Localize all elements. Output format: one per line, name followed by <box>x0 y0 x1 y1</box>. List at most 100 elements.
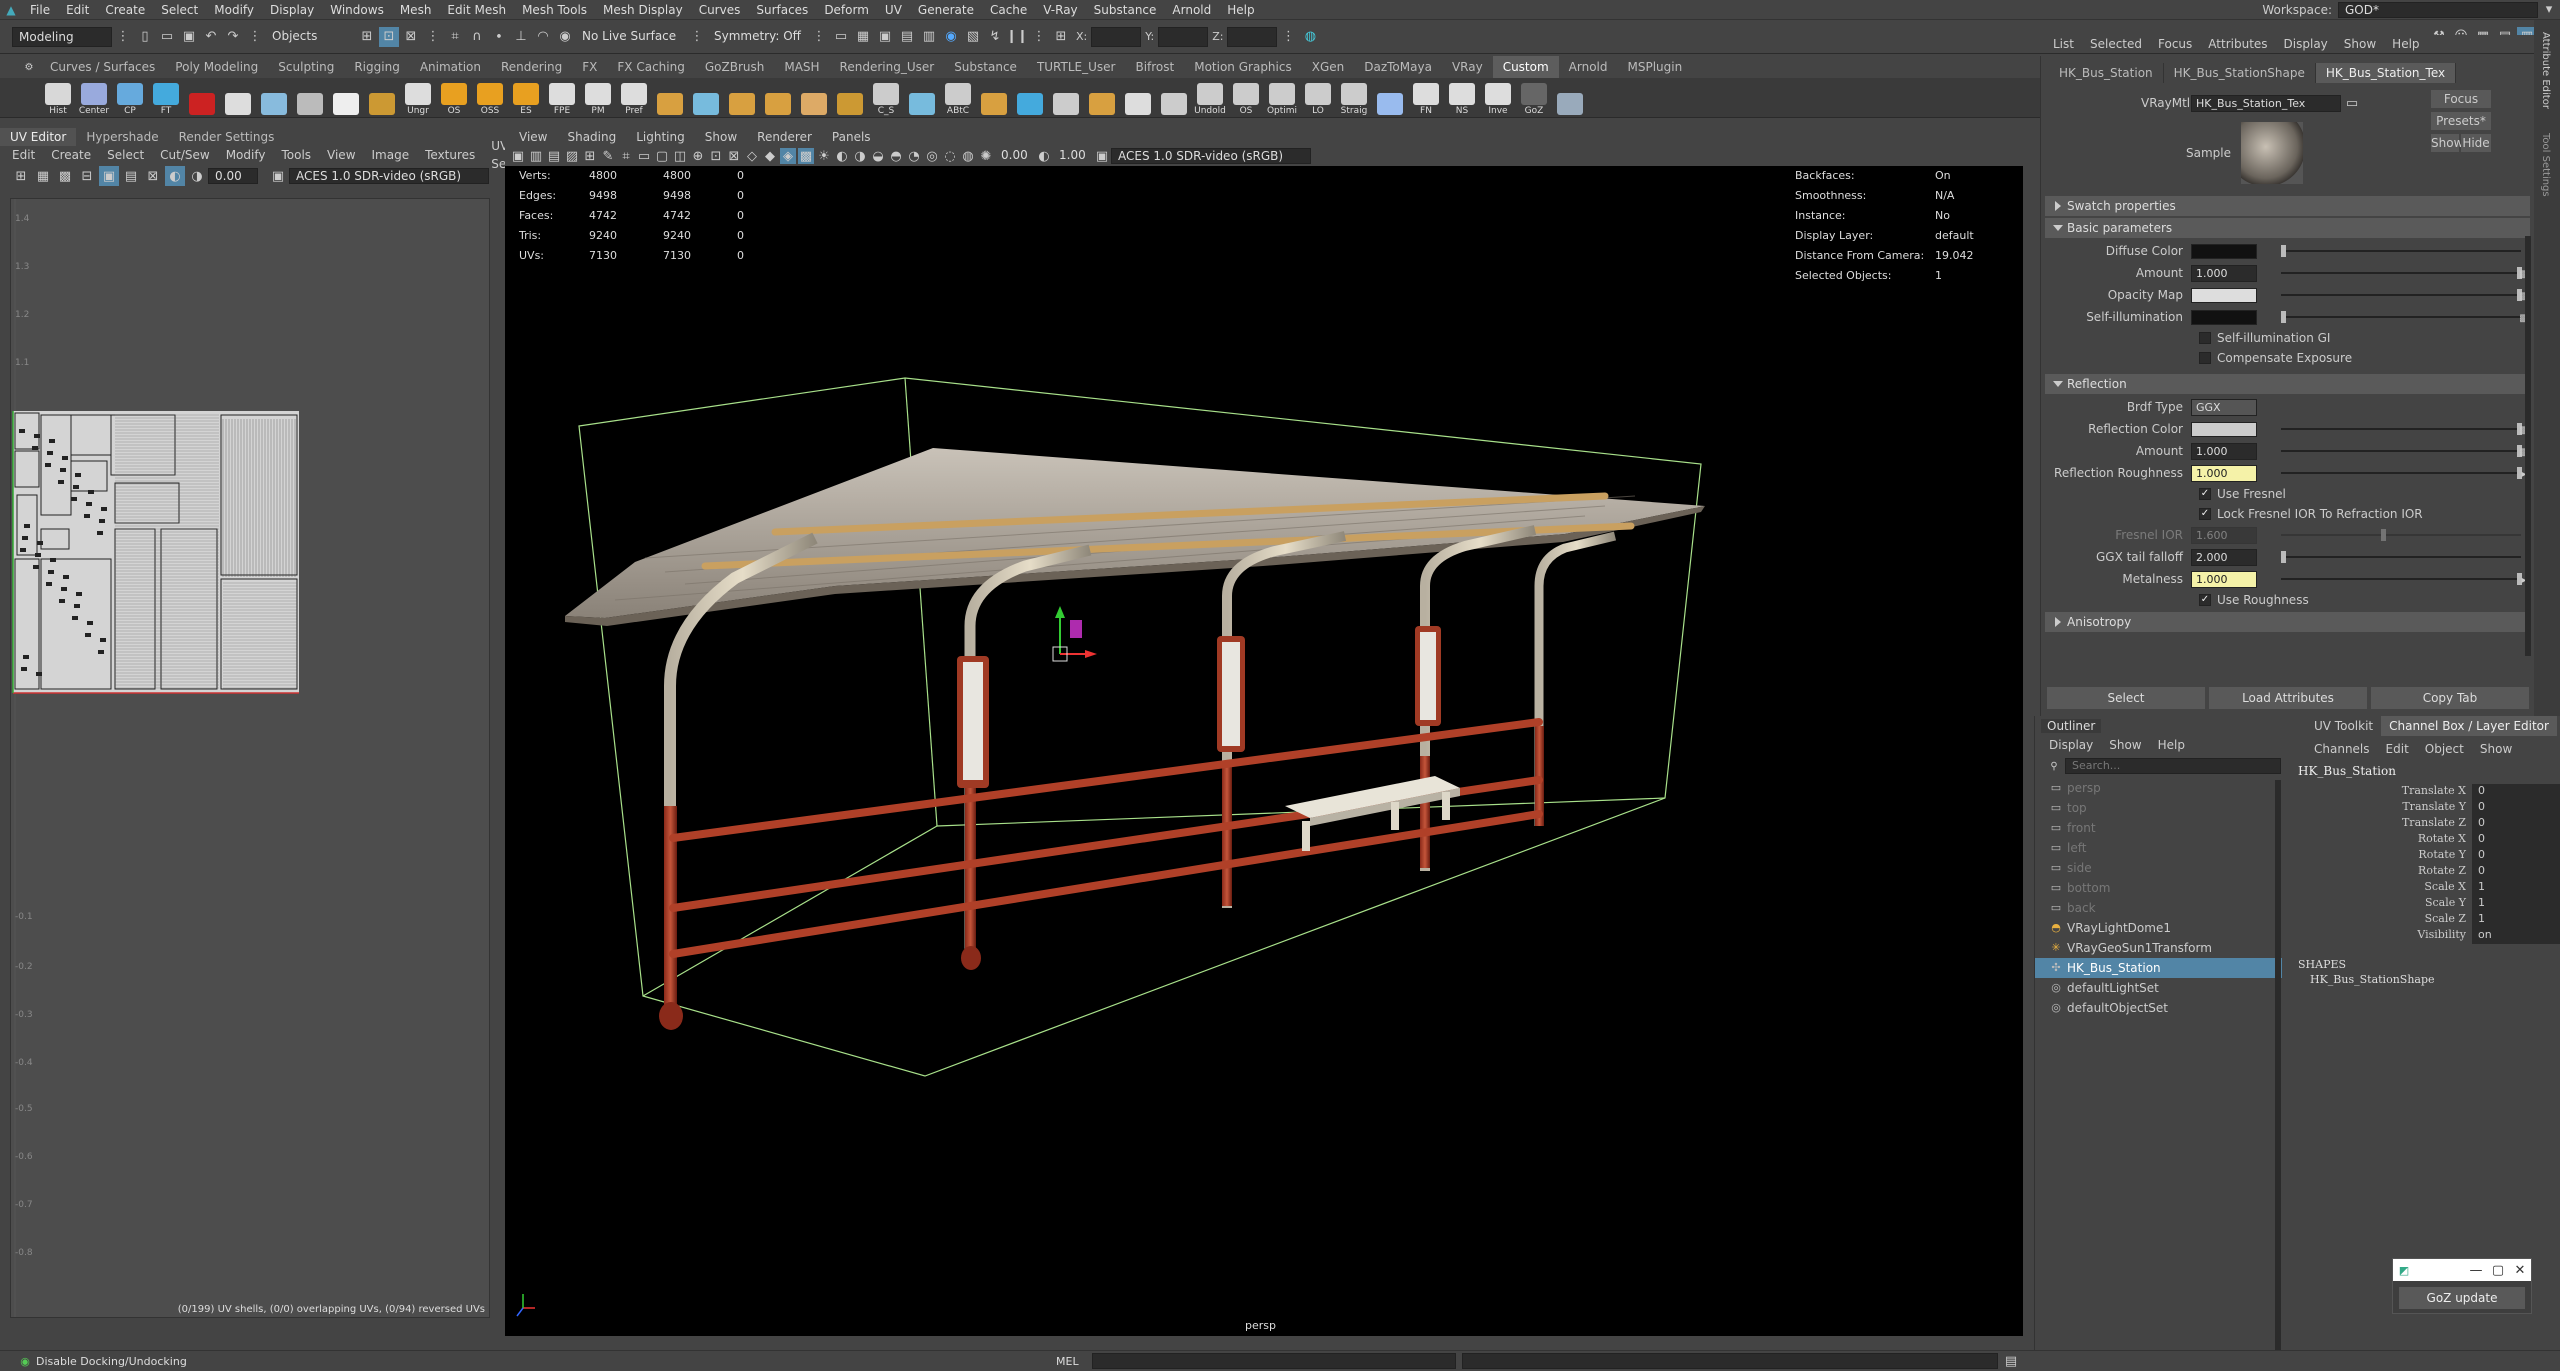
channel-value[interactable]: 0 <box>2472 832 2560 848</box>
uv-panel-tab-uv-editor[interactable]: UV Editor <box>0 128 77 146</box>
map-checker-icon[interactable]: ▩ <box>2514 442 2534 462</box>
uv-grid-icon[interactable]: ⊞ <box>11 166 31 186</box>
shelf-tab-gozbrush[interactable]: GoZBrush <box>695 56 775 78</box>
sign-in-icon[interactable]: ◍ <box>1300 27 1320 47</box>
channel-value[interactable]: 1 <box>2472 896 2560 912</box>
transform-mode-icon[interactable]: ⊞ <box>1051 27 1071 47</box>
attr-scrollbar[interactable] <box>2525 236 2531 656</box>
outliner-filter-icon[interactable]: ⚲ <box>2044 756 2064 776</box>
history-icon[interactable]: ▭ <box>831 27 851 47</box>
self-illumination-gi-checkbox[interactable] <box>2199 332 2211 344</box>
use-all-lights-icon[interactable]: ☀ <box>816 148 832 164</box>
opacity-map-slider[interactable] <box>2281 289 2522 301</box>
shelf-button[interactable] <box>185 79 219 116</box>
shelf-button[interactable]: FPE <box>545 79 579 116</box>
menu-edit[interactable]: Edit <box>58 0 97 20</box>
outliner-item[interactable]: ▭ persp <box>2035 778 2282 798</box>
maximize-icon[interactable]: ▢ <box>2488 1260 2508 1280</box>
wireframe-on-shaded-icon[interactable]: ◈ <box>780 148 796 164</box>
shelf-tab-substance[interactable]: Substance <box>944 56 1027 78</box>
docking-toggle-icon[interactable]: ◉ <box>15 1351 35 1371</box>
diffuse-color-swatch[interactable] <box>2191 243 2257 259</box>
shelf-tab-xgen[interactable]: XGen <box>1302 56 1355 78</box>
channel-row[interactable]: Rotate Z 0 <box>2290 864 2560 880</box>
channel-menu-edit[interactable]: Edit <box>2378 742 2417 756</box>
uv-menu-create[interactable]: Create <box>43 146 99 164</box>
move-manipulator[interactable] <box>1052 606 1097 662</box>
snap-grid-icon[interactable]: ⌗ <box>445 27 465 47</box>
uv-shaded-icon[interactable]: ▦ <box>33 166 53 186</box>
channel-value[interactable]: 0 <box>2472 848 2560 864</box>
hide-button[interactable]: Hide <box>2461 134 2491 152</box>
live-surface-field[interactable]: No Live Surface <box>576 26 686 47</box>
compensate-exposure-checkbox[interactable] <box>2199 352 2211 364</box>
tool-settings-side-tab[interactable]: Tool Settings <box>2534 121 2557 209</box>
shelf-button[interactable] <box>725 79 759 116</box>
shelf-button[interactable]: FT <box>149 79 183 116</box>
shelf-button[interactable]: GoZ <box>1517 79 1551 116</box>
shelf-tab-bifrost[interactable]: Bifrost <box>1125 56 1184 78</box>
z-field[interactable] <box>1227 26 1278 47</box>
close-icon[interactable]: ✕ <box>2510 1260 2530 1280</box>
outliner-item[interactable]: ◎ defaultLightSet <box>2035 978 2282 998</box>
component-mode-icon[interactable]: ⊠ <box>401 27 421 47</box>
map-connected-icon[interactable]: ▸ <box>2514 570 2534 590</box>
shelf-button[interactable]: CP <box>113 79 147 116</box>
outliner-item[interactable]: ▭ back <box>2035 898 2282 918</box>
shelf-button[interactable] <box>761 79 795 116</box>
shelf-button[interactable]: Straig <box>1337 79 1371 116</box>
attr-menu-show[interactable]: Show <box>2336 35 2384 53</box>
diffuse-amount-slider[interactable] <box>2281 267 2522 279</box>
outliner-menu-help[interactable]: Help <box>2150 738 2193 752</box>
shelf-button[interactable]: FN <box>1409 79 1443 116</box>
copy-tab-button[interactable]: Copy Tab <box>2371 687 2529 709</box>
film-gate-icon[interactable]: ▭ <box>636 148 652 164</box>
shelf-tab-rigging[interactable]: Rigging <box>344 56 409 78</box>
shelf-button[interactable]: ES <box>509 79 543 116</box>
map-connected-icon[interactable]: ▸ <box>2514 464 2534 484</box>
undo-icon[interactable]: ↶ <box>201 27 221 47</box>
shelf-button[interactable]: Center <box>77 79 111 116</box>
shelf-button[interactable] <box>797 79 831 116</box>
shelf-button[interactable]: C_S <box>869 79 903 116</box>
menu-generate[interactable]: Generate <box>910 0 982 20</box>
channel-value[interactable]: 0 <box>2472 816 2560 832</box>
menu-modify[interactable]: Modify <box>206 0 262 20</box>
gate-mask-icon[interactable]: ◫ <box>672 148 688 164</box>
channel-row[interactable]: Scale Z 1 <box>2290 912 2560 928</box>
uv-checker-icon[interactable]: ▩ <box>55 166 75 186</box>
menu-v-ray[interactable]: V-Ray <box>1035 0 1085 20</box>
field-chart-icon[interactable]: ⊕ <box>690 148 706 164</box>
uv-menu-select[interactable]: Select <box>99 146 152 164</box>
shelf-button[interactable]: ABtC <box>941 79 975 116</box>
menu-mesh-display[interactable]: Mesh Display <box>595 0 691 20</box>
shelf-button[interactable] <box>1157 79 1191 116</box>
shelf-button[interactable]: LO <box>1301 79 1335 116</box>
channel-row[interactable]: Rotate X 0 <box>2290 832 2560 848</box>
selection-mode-select[interactable]: Objects <box>266 26 356 47</box>
shelf-button[interactable]: OSS <box>473 79 507 116</box>
select-camera-icon[interactable]: ▣ <box>510 148 526 164</box>
shelf-button[interactable]: PM <box>581 79 615 116</box>
menu-cache[interactable]: Cache <box>982 0 1035 20</box>
shelf-tab-curves-surfaces[interactable]: Curves / Surfaces <box>40 56 165 78</box>
outliner-scrollbar[interactable] <box>2275 780 2281 1350</box>
safe-title-icon[interactable]: ⊠ <box>726 148 742 164</box>
outliner-item[interactable]: ▭ front <box>2035 818 2282 838</box>
ggx-tail-slider[interactable] <box>2281 551 2521 563</box>
channel-row[interactable]: Visibility on <box>2290 928 2560 944</box>
shelf-tab-custom[interactable]: Custom <box>1492 56 1559 78</box>
presets-button[interactable]: Presets* <box>2431 112 2491 130</box>
node-select-icon[interactable]: ▭ <box>2342 93 2362 113</box>
uv-menu-image[interactable]: Image <box>364 146 418 164</box>
outliner-search-input[interactable]: Search... <box>2065 758 2281 774</box>
shelf-button[interactable] <box>293 79 327 116</box>
reflection-color-swatch[interactable] <box>2191 421 2257 437</box>
reflection-amount-slider[interactable] <box>2281 445 2522 457</box>
reflection-roughness-slider[interactable] <box>2281 467 2522 479</box>
channel-menu-channels[interactable]: Channels <box>2306 742 2378 756</box>
object-mode-icon[interactable]: ⊡ <box>379 26 399 47</box>
menu-mesh[interactable]: Mesh <box>392 0 440 20</box>
grease-pencil-icon[interactable]: ✎ <box>600 148 616 164</box>
camera-attributes-icon[interactable]: ▥ <box>528 148 544 164</box>
